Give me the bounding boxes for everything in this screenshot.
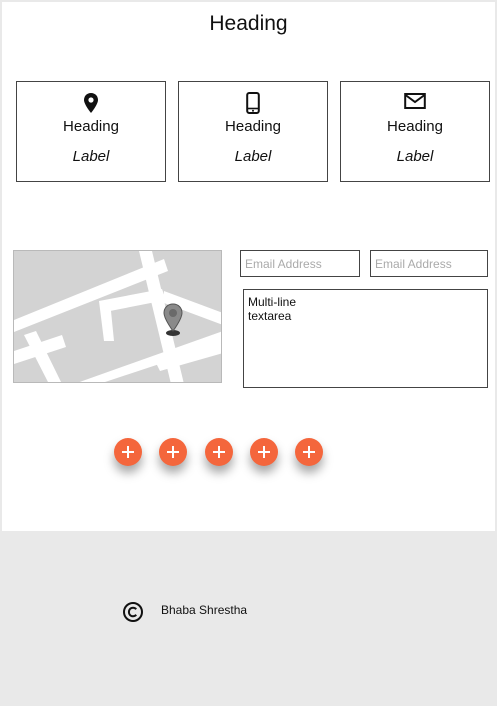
card-heading: Heading (387, 118, 443, 135)
plus-icon (258, 446, 270, 458)
add-button-1[interactable] (114, 438, 142, 466)
footer-author: Bhaba Shrestha (161, 603, 248, 617)
map-placeholder[interactable] (13, 250, 222, 383)
plus-icon (213, 446, 225, 458)
page: Heading Heading Label Heading Label Head… (0, 0, 497, 706)
card-label: Label (234, 148, 272, 165)
card-email: Heading Label (340, 81, 490, 182)
card-heading: Heading (63, 118, 119, 135)
plus-icon (122, 446, 134, 458)
plus-icon (167, 446, 179, 458)
card-label: Label (72, 148, 110, 165)
plus-icon (303, 446, 315, 458)
page-title: Heading (209, 12, 288, 35)
copyright-icon (122, 601, 144, 623)
add-button-4[interactable] (250, 438, 278, 466)
message-textarea[interactable]: Multi-line textarea (243, 289, 488, 388)
card-phone: Heading Label (178, 81, 328, 182)
add-button-3[interactable] (205, 438, 233, 466)
map-pin-icon (163, 303, 183, 336)
email-field-2[interactable] (370, 250, 488, 277)
add-button-2[interactable] (159, 438, 187, 466)
smartphone-icon (179, 92, 327, 114)
email-field-1[interactable] (240, 250, 360, 277)
location-pin-icon (17, 92, 165, 114)
card-heading: Heading (225, 118, 281, 135)
card-label: Label (396, 148, 434, 165)
envelope-icon (341, 92, 489, 114)
map-streets (14, 251, 221, 382)
add-button-5[interactable] (295, 438, 323, 466)
card-location: Heading Label (16, 81, 166, 182)
